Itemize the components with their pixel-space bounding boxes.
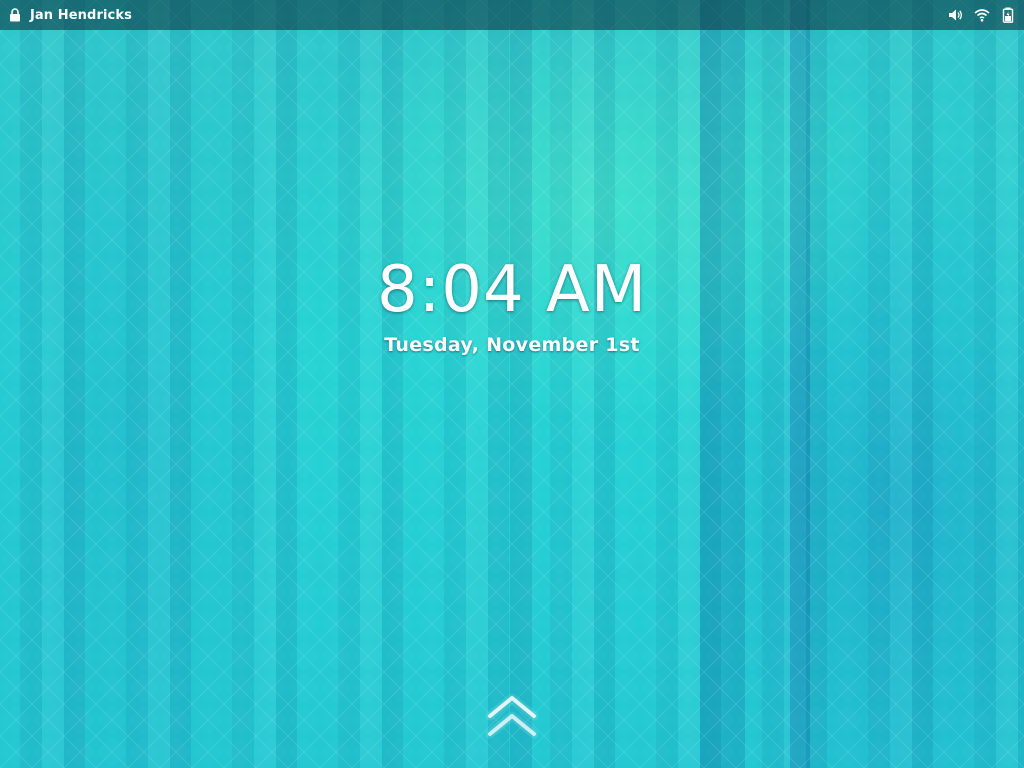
lock-screen: Jan Hendricks 8:04 AM Tuesday, November … — [0, 0, 1024, 768]
lock-icon — [10, 8, 20, 22]
clock-date: Tuesday, November 1st — [384, 334, 640, 356]
lock-screen-clock: 8:04 AM Tuesday, November 1st — [0, 250, 1024, 356]
wifi-icon — [974, 9, 990, 22]
double-chevron-up-icon[interactable] — [486, 690, 538, 752]
top-bar: Jan Hendricks — [0, 0, 1024, 30]
wallpaper-pattern — [0, 0, 1024, 768]
system-status-menu[interactable] — [948, 0, 1016, 30]
battery-icon — [1002, 7, 1014, 23]
volume-icon — [949, 9, 963, 21]
user-menu[interactable]: Jan Hendricks — [0, 0, 140, 30]
user-name: Jan Hendricks — [30, 7, 132, 23]
clock-time: 8:04 AM — [376, 253, 648, 327]
